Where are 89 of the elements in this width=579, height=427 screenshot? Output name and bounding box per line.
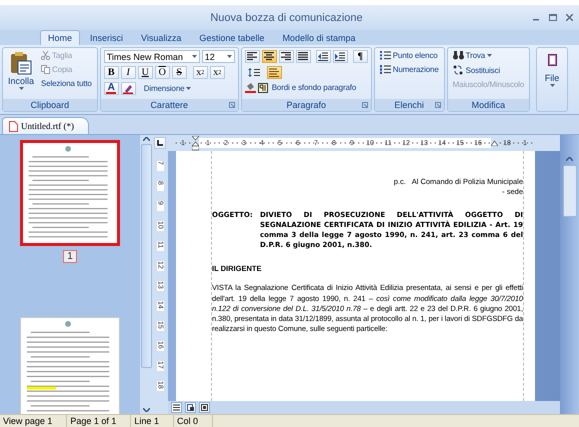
line-spacing-icon bbox=[248, 68, 262, 77]
find-button[interactable]: Trova bbox=[450, 50, 526, 61]
copy-icon bbox=[41, 65, 50, 74]
margin-marker-icon bbox=[491, 140, 498, 146]
show-formatting-button[interactable]: ¶ bbox=[352, 50, 368, 63]
tab-stop-button[interactable] bbox=[154, 137, 166, 149]
status-text: Page 1 of 1 bbox=[67, 415, 132, 427]
dropdown-caret-icon bbox=[186, 87, 192, 90]
align-button[interactable] bbox=[296, 50, 311, 63]
ribbon-tab[interactable]: Home bbox=[40, 30, 80, 45]
scroll-thumb[interactable] bbox=[562, 165, 576, 217]
bullet-list-button[interactable]: Punto elenco bbox=[378, 50, 441, 61]
ribbon-tab[interactable]: Gestione tabelle bbox=[191, 30, 272, 45]
scrollbar[interactable] bbox=[140, 135, 152, 414]
replace-button[interactable]: Sostituisci bbox=[450, 64, 526, 76]
align-left-icon bbox=[247, 52, 258, 61]
maximize-icon bbox=[549, 14, 557, 21]
font-size-combo[interactable]: 12 bbox=[202, 50, 235, 63]
decrease-indent-icon bbox=[318, 52, 328, 61]
page-view-icon bbox=[187, 404, 194, 411]
group-title: Clipboard bbox=[3, 99, 97, 111]
numbered-list-button[interactable]: Numerazione bbox=[378, 64, 441, 75]
align-right-icon bbox=[281, 52, 292, 61]
dropdown-caret-icon bbox=[18, 87, 24, 90]
align-button[interactable] bbox=[278, 50, 294, 63]
status-text: Line 1 bbox=[131, 415, 174, 427]
dropdown-caret-icon bbox=[226, 55, 232, 58]
dropdown-caret-icon bbox=[192, 55, 197, 58]
dialog-launcher-icon bbox=[228, 102, 235, 108]
view-button[interactable] bbox=[171, 402, 182, 413]
size-menu-button[interactable]: Dimensione bbox=[142, 83, 194, 94]
ribbon-tab[interactable]: Inserisci bbox=[82, 30, 132, 45]
scissors-icon bbox=[41, 51, 50, 60]
view-button[interactable] bbox=[199, 402, 210, 413]
status-text: Col 0 bbox=[174, 415, 213, 427]
status-text: View page 1 bbox=[0, 415, 68, 427]
document-icon bbox=[548, 54, 557, 66]
borders-shading-button[interactable]: Bordi e sfondo paragrafo bbox=[270, 82, 358, 93]
clipboard-icon bbox=[10, 51, 32, 75]
numbered-list-icon bbox=[380, 65, 391, 74]
justify-icon bbox=[298, 52, 308, 61]
underline-button[interactable]: U bbox=[138, 66, 153, 79]
view-button[interactable] bbox=[185, 402, 196, 413]
page-number: 1 bbox=[63, 250, 77, 263]
indent-button[interactable] bbox=[332, 50, 348, 63]
ribbon-tab[interactable]: Visualizza bbox=[133, 30, 190, 45]
group-title: Carattere bbox=[100, 99, 238, 111]
paragraph-box-icon bbox=[258, 82, 268, 92]
paste-button[interactable]: Incolla bbox=[6, 50, 36, 97]
ribbon-tab[interactable]: Modello di stampa bbox=[274, 30, 364, 45]
bullet-list-icon bbox=[380, 51, 391, 60]
scroll-thumb[interactable] bbox=[140, 144, 152, 368]
dialog-launcher-icon bbox=[434, 102, 441, 108]
page-thumbnail[interactable] bbox=[20, 140, 120, 246]
paint-bucket-icon bbox=[244, 82, 256, 93]
marker-pen-icon bbox=[123, 84, 134, 94]
binoculars-icon bbox=[452, 51, 464, 60]
replace-icon bbox=[452, 65, 464, 75]
document-tab[interactable]: Untitled.rtf (*) bbox=[2, 117, 89, 134]
dropdown-caret-icon bbox=[550, 84, 555, 87]
superscript-button[interactable]: x$^{2}$ bbox=[210, 66, 225, 79]
select-all-button[interactable]: Seleziona tutto bbox=[39, 78, 94, 89]
paragraph-shading-button[interactable] bbox=[266, 66, 282, 79]
dialog-launcher-icon bbox=[362, 102, 368, 108]
shaded-lines-icon bbox=[269, 68, 280, 77]
tab-stop-icon bbox=[157, 140, 163, 146]
overline-button[interactable]: O bbox=[154, 66, 170, 79]
italic-button[interactable]: I bbox=[120, 66, 136, 79]
align-center-icon bbox=[264, 52, 274, 61]
dropdown-caret-icon bbox=[487, 54, 492, 57]
increase-indent-icon bbox=[335, 52, 346, 61]
bold-button[interactable]: B bbox=[104, 66, 119, 79]
close-icon bbox=[566, 14, 573, 21]
align-button[interactable] bbox=[244, 50, 260, 63]
font-name-combo[interactable]: Times New Roman bbox=[104, 50, 200, 63]
highlight-button[interactable] bbox=[120, 82, 136, 95]
group-title: Modifica bbox=[448, 99, 530, 111]
font-color-button[interactable]: A bbox=[104, 82, 119, 95]
scrollbar[interactable] bbox=[560, 135, 579, 414]
group-title: Elenchi bbox=[374, 99, 444, 111]
align-button[interactable] bbox=[262, 50, 277, 63]
file-icon bbox=[9, 120, 18, 132]
frame-view-icon bbox=[201, 404, 208, 411]
page-thumbnail[interactable] bbox=[20, 317, 120, 414]
window-title: Nuova bozza di comunicazione bbox=[209, 12, 364, 24]
indent-button[interactable] bbox=[316, 50, 331, 63]
group-title: Paragrafo bbox=[242, 99, 371, 111]
strikethrough-button[interactable]: S bbox=[172, 66, 187, 79]
lines-icon bbox=[173, 404, 180, 411]
